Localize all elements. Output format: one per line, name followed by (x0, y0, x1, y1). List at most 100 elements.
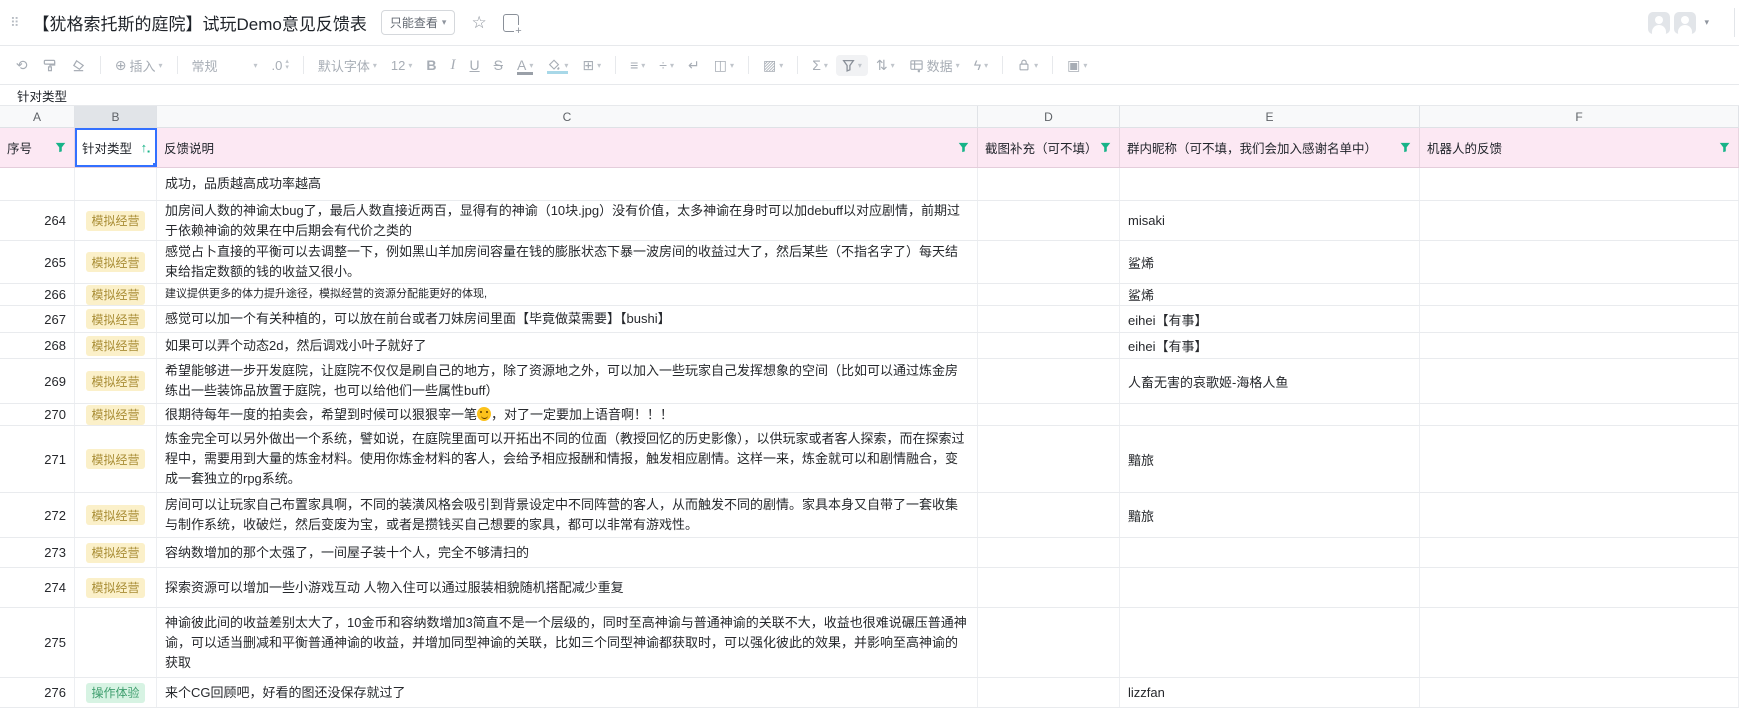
filter-funnel-icon[interactable] (1400, 142, 1411, 153)
header-cell-screenshot[interactable]: 截图补充（可不填） (978, 128, 1120, 167)
column-letter-b[interactable]: B (75, 106, 157, 127)
filter-funnel-icon[interactable] (55, 142, 66, 153)
header-cell-serial[interactable]: 序号 (0, 128, 75, 167)
cell-nickname[interactable] (1120, 538, 1420, 567)
cell-screenshot[interactable] (978, 426, 1120, 492)
text-wrap-button[interactable]: ↵ (682, 53, 706, 78)
collaborator-avatar[interactable] (1674, 11, 1697, 34)
bold-button[interactable]: B (420, 53, 442, 77)
font-family-select[interactable]: 默认字体 ▾ (312, 52, 383, 79)
sort-ascending-icon[interactable]: ↑▪ (141, 140, 150, 156)
cell-screenshot[interactable] (978, 333, 1120, 358)
cell-nickname[interactable] (1120, 608, 1420, 677)
sort-button[interactable]: ⇅ ▾ (870, 53, 901, 78)
cell-category[interactable]: 操作体验 (75, 678, 157, 707)
cell-feedback[interactable]: 成功，品质越高成功率越高 (157, 168, 978, 200)
cell-nickname[interactable]: 黯旅 (1120, 493, 1420, 537)
cell-screenshot[interactable] (978, 306, 1120, 332)
cell-category[interactable]: 模拟经营 (75, 538, 157, 567)
cell-feedback[interactable]: 来个CG回顾吧，好看的图还没保存就过了 (157, 678, 978, 707)
cell-feedback[interactable]: 炼金完全可以另外做出一个系统，譬如说，在庭院里面可以开拓出不同的位面（教授回忆的… (157, 426, 978, 492)
cell-serial[interactable]: 270 (0, 404, 75, 425)
cell-nickname[interactable]: 鲨烯 (1120, 284, 1420, 305)
cell-bot-feedback[interactable] (1420, 168, 1739, 200)
column-letter-f[interactable]: F (1420, 106, 1739, 127)
cell-bot-feedback[interactable] (1420, 241, 1739, 283)
clear-format-button[interactable] (65, 54, 92, 77)
cell-screenshot[interactable] (978, 359, 1120, 403)
cell-category[interactable] (75, 168, 157, 200)
format-painter-button[interactable] (36, 54, 63, 77)
font-color-button[interactable]: A ▾ (511, 53, 539, 77)
cell-serial[interactable]: 271 (0, 426, 75, 492)
app-grid-icon[interactable]: ⠿ (10, 15, 19, 31)
filter-funnel-icon[interactable] (1100, 142, 1111, 153)
sum-button[interactable]: Σ ▾ (806, 53, 834, 77)
cell-serial[interactable]: 276 (0, 678, 75, 707)
cell-nickname[interactable] (1120, 568, 1420, 607)
cell-nickname[interactable]: 人畜无害的哀歌姬-海格人鱼 (1120, 359, 1420, 403)
cell-screenshot[interactable] (978, 538, 1120, 567)
collaborator-avatar[interactable] (1648, 11, 1671, 34)
cell-feedback[interactable]: 感觉可以加一个有关种植的，可以放在前台或者刀妹房间里面【毕竟做菜需要】【bush… (157, 306, 978, 332)
cell-nickname[interactable]: 鲨烯 (1120, 241, 1420, 283)
header-cell-nickname[interactable]: 群内昵称（可不填，我们会加入感谢名单中） (1120, 128, 1420, 167)
view-only-badge[interactable]: 只能查看 ▾ (380, 10, 456, 35)
cell-feedback[interactable]: 加房间人数的神谕太bug了，最后人数直接近两百，显得有的神谕（10块.jpg）没… (157, 201, 978, 240)
star-icon[interactable]: ☆ (471, 14, 486, 31)
cell-category[interactable]: 模拟经营 (75, 493, 157, 537)
cell-feedback[interactable]: 希望能够进一步开发庭院，让庭院不仅仅是刷自己的地方，除了资源地之外，可以加入一些… (157, 359, 978, 403)
cell-bot-feedback[interactable] (1420, 306, 1739, 332)
cell-screenshot[interactable] (978, 404, 1120, 425)
cell-nickname[interactable]: eihei【有事】 (1120, 333, 1420, 358)
automation-button[interactable]: ϟ ▾ (968, 53, 994, 77)
cell-screenshot[interactable] (978, 493, 1120, 537)
cell-serial[interactable]: 273 (0, 538, 75, 567)
cell-feedback[interactable]: 探索资源可以增加一些小游戏互动 人物入住可以通过服装相貌随机搭配减少重复 (157, 568, 978, 607)
header-cell-bot-feedback[interactable]: 机器人的反馈 (1420, 128, 1739, 167)
cell-bot-feedback[interactable] (1420, 568, 1739, 607)
column-letter-a[interactable]: A (0, 106, 75, 127)
cell-serial[interactable]: 269 (0, 359, 75, 403)
cell-feedback[interactable]: 建议提供更多的体力提升途径，模拟经营的资源分配能更好的体现, (157, 284, 978, 305)
decrease-decimal-icon[interactable]: ▾ (285, 64, 289, 71)
underline-button[interactable]: U (464, 53, 486, 77)
vertical-align-button[interactable]: ÷ ▾ (653, 53, 680, 77)
fill-color-button[interactable]: ▾ (541, 55, 574, 76)
cell-category[interactable]: 模拟经营 (75, 306, 157, 332)
cell-serial[interactable]: 267 (0, 306, 75, 332)
follow-doc-icon[interactable] (502, 13, 523, 37)
cell-bot-feedback[interactable] (1420, 201, 1739, 240)
cell-screenshot[interactable] (978, 201, 1120, 240)
freeze-panes-button[interactable]: ▣ ▾ (1061, 53, 1093, 78)
cell-category[interactable]: 模拟经营 (75, 333, 157, 358)
cell-screenshot[interactable] (978, 678, 1120, 707)
column-letter-e[interactable]: E (1120, 106, 1420, 127)
header-cell-feedback[interactable]: 反馈说明 (157, 128, 978, 167)
cell-category[interactable]: 模拟经营 (75, 404, 157, 425)
number-format-select[interactable]: 常规 ▾ (186, 52, 264, 79)
cell-nickname[interactable]: lizzfan (1120, 678, 1420, 707)
cell-nickname[interactable] (1120, 404, 1420, 425)
cell-bot-feedback[interactable] (1420, 678, 1739, 707)
filter-button[interactable]: ▾ (835, 54, 868, 76)
cell-category[interactable]: 模拟经营 (75, 426, 157, 492)
cell-category[interactable]: 模拟经营 (75, 284, 157, 305)
insert-image-button[interactable]: ▨ ▾ (757, 53, 789, 78)
data-validation-button[interactable]: 数据 ▾ (903, 52, 966, 79)
cell-nickname[interactable]: 黯旅 (1120, 426, 1420, 492)
cell-bot-feedback[interactable] (1420, 493, 1739, 537)
cell-serial[interactable]: 272 (0, 493, 75, 537)
cell-bot-feedback[interactable] (1420, 426, 1739, 492)
cell-bot-feedback[interactable] (1420, 538, 1739, 567)
cell-serial[interactable]: 274 (0, 568, 75, 607)
header-cell-category selected-cell[interactable]: 针对类型 ↑▪ (75, 128, 157, 167)
strikethrough-button[interactable]: S (488, 53, 509, 77)
redo-button[interactable]: ⟳ (10, 53, 34, 78)
cell-serial[interactable]: 264 (0, 201, 75, 240)
cell-screenshot[interactable] (978, 284, 1120, 305)
cell-feedback[interactable]: 容纳数增加的那个太强了，一间屋子装十个人，完全不够清扫的 (157, 538, 978, 567)
cell-feedback[interactable]: 如果可以弄个动态2d，然后调戏小叶子就好了 (157, 333, 978, 358)
cell-feedback[interactable]: 感觉占卜直接的平衡可以去调整一下，例如黑山羊加房间容量在钱的膨胀状态下暴一波房间… (157, 241, 978, 283)
cell-nickname[interactable] (1120, 168, 1420, 200)
